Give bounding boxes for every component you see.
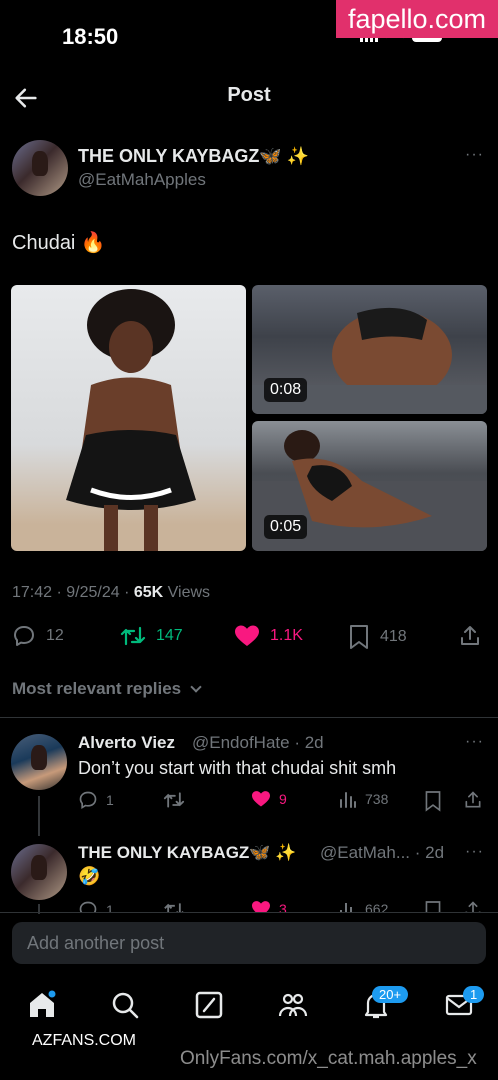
bookmark-icon bbox=[350, 625, 368, 649]
heart-icon bbox=[252, 901, 270, 912]
watermark-top: fapello.com bbox=[336, 0, 498, 38]
repost-count: 147 bbox=[156, 627, 183, 644]
thread-line bbox=[38, 796, 40, 836]
reply-icon bbox=[14, 626, 34, 646]
media-video-2[interactable]: 0:05 bbox=[252, 421, 487, 551]
status-time: 18:50 bbox=[62, 24, 119, 49]
reply-count: 1 bbox=[106, 792, 114, 808]
views-count: 662 bbox=[365, 901, 389, 912]
reply-author-handle[interactable]: @EndofHate · 2d bbox=[192, 733, 324, 753]
repost-icon bbox=[163, 792, 185, 808]
bookmark-icon bbox=[425, 791, 441, 812]
analytics-icon bbox=[340, 792, 356, 808]
more-options-icon[interactable]: ··· bbox=[465, 733, 484, 751]
share-button[interactable] bbox=[463, 790, 483, 810]
post-timestamp: 17:42 · 9/25/24 · bbox=[12, 584, 134, 601]
messages-badge: 1 bbox=[463, 986, 485, 1003]
share-icon bbox=[461, 626, 479, 645]
like-button[interactable]: 1.1K bbox=[234, 624, 303, 648]
reply-button[interactable]: 12 bbox=[12, 624, 64, 648]
reply-2-actions: 1 3 662 bbox=[0, 900, 498, 912]
analytics-icon bbox=[340, 903, 356, 912]
like-count: 9 bbox=[279, 791, 287, 807]
divider bbox=[0, 912, 498, 913]
repost-icon bbox=[120, 626, 146, 646]
like-button[interactable]: 9 bbox=[251, 790, 287, 808]
post-meta: 17:42 · 9/25/24 · 65K Views bbox=[12, 584, 210, 602]
share-button[interactable] bbox=[463, 900, 483, 912]
photo-figure bbox=[66, 289, 196, 551]
compose-input[interactable]: Add another post bbox=[12, 922, 486, 964]
divider bbox=[0, 717, 498, 718]
repost-button[interactable] bbox=[163, 900, 193, 912]
bookmark-button[interactable] bbox=[424, 900, 442, 912]
reply-button[interactable]: 1 bbox=[78, 900, 114, 912]
reply-icon bbox=[79, 791, 97, 809]
video-duration: 0:05 bbox=[264, 515, 308, 539]
more-options-icon[interactable]: ··· bbox=[465, 843, 484, 861]
author-name[interactable]: THE ONLY KAYBAGZ🦋 ✨ bbox=[78, 146, 309, 167]
repost-button[interactable]: 147 bbox=[120, 624, 183, 648]
reply-author-name[interactable]: THE ONLY KAYBAGZ🦋 ✨ bbox=[78, 843, 296, 863]
communities-icon[interactable] bbox=[278, 990, 308, 1020]
share-button[interactable] bbox=[458, 624, 482, 648]
views-button[interactable]: 662 bbox=[339, 900, 388, 912]
heart-icon bbox=[235, 625, 259, 646]
watermark-bottom: OnlyFans.com/x_cat.mah.apples_x bbox=[180, 1048, 477, 1069]
avatar[interactable] bbox=[12, 140, 68, 196]
reply-count: 12 bbox=[46, 627, 64, 644]
grok-icon[interactable] bbox=[194, 990, 224, 1020]
reply-text: Don’t you start with that chudai shit sm… bbox=[78, 758, 397, 778]
header: Post bbox=[0, 72, 498, 124]
bookmark-icon bbox=[425, 901, 441, 912]
repost-icon bbox=[164, 903, 184, 912]
home-icon[interactable] bbox=[27, 990, 57, 1020]
views-label: Views bbox=[163, 584, 211, 601]
search-icon[interactable] bbox=[110, 990, 140, 1020]
reply-author-handle[interactable]: @EatMah... · 2d bbox=[320, 843, 444, 863]
like-count: 1.1K bbox=[270, 627, 303, 644]
views-count: 738 bbox=[365, 791, 389, 807]
share-icon bbox=[465, 791, 481, 808]
media-video-1[interactable]: 0:08 bbox=[252, 285, 487, 414]
repost-button[interactable] bbox=[163, 790, 193, 810]
page-title: Post bbox=[227, 84, 271, 106]
author-handle[interactable]: @EatMahApples bbox=[78, 170, 206, 190]
heart-icon bbox=[252, 791, 270, 807]
replies-filter[interactable]: Most relevant replies bbox=[12, 679, 202, 699]
notifications-badge: 20+ bbox=[372, 986, 409, 1003]
reply-author-name[interactable]: Alverto Viez bbox=[78, 733, 175, 753]
like-button[interactable]: 3 bbox=[251, 900, 287, 912]
views-count: 65K bbox=[133, 584, 164, 601]
reply-button[interactable]: 1 bbox=[78, 790, 114, 810]
like-count: 3 bbox=[279, 901, 287, 912]
watermark-left: AZFANS.COM bbox=[32, 1032, 137, 1049]
reply-icon bbox=[79, 901, 97, 912]
avatar[interactable] bbox=[11, 734, 67, 790]
replies-filter-label: Most relevant replies bbox=[12, 679, 182, 698]
media-photo[interactable] bbox=[11, 285, 246, 551]
video-duration: 0:08 bbox=[264, 378, 308, 402]
reply-text: 🤣 bbox=[78, 866, 101, 886]
views-button[interactable]: 738 bbox=[339, 790, 388, 808]
avatar[interactable] bbox=[11, 844, 67, 900]
post-text: Chudai 🔥 bbox=[12, 232, 106, 254]
bookmark-button[interactable] bbox=[424, 790, 442, 812]
bookmark-count: 418 bbox=[380, 628, 407, 645]
share-icon bbox=[465, 901, 481, 912]
more-options-icon[interactable]: ··· bbox=[465, 146, 484, 164]
reply-count: 1 bbox=[106, 902, 114, 912]
bookmark-button[interactable]: 418 bbox=[348, 624, 407, 650]
chevron-down-icon bbox=[190, 681, 202, 693]
